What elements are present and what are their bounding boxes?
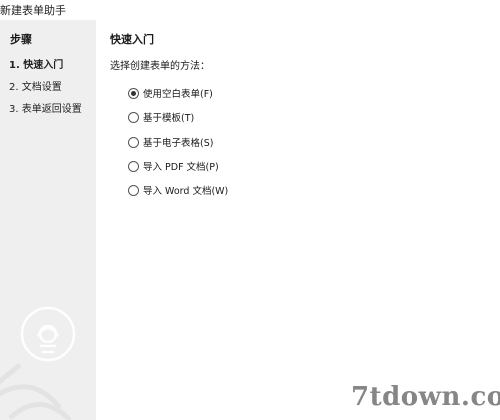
window-title: 新建表单助手: [0, 4, 66, 17]
option-spreadsheet[interactable]: 基于电子表格(S): [128, 135, 213, 149]
main-panel: 快速入门 选择创建表单的方法： 使用空白表单(F) 基于模板(T) 基于电子表格…: [96, 20, 500, 420]
page-title: 快速入门: [110, 33, 154, 46]
title-bar: 新建表单助手: [0, 0, 500, 20]
option-blank-form[interactable]: 使用空白表单(F): [128, 86, 213, 100]
step-document-settings[interactable]: 2. 文档设置: [9, 78, 62, 93]
steps-sidebar: 步骤 1. 快速入门 2. 文档设置 3. 表单返回设置: [0, 20, 96, 420]
option-import-word[interactable]: 导入 Word 文档(W): [128, 183, 228, 197]
method-prompt: 选择创建表单的方法：: [110, 61, 210, 72]
site-watermark: 7tdown.com: [351, 382, 500, 412]
radio-button[interactable]: [128, 136, 139, 148]
option-label: 基于模板(T): [143, 113, 195, 124]
decorative-background-graphic: [0, 306, 76, 420]
step-form-return-settings[interactable]: 3. 表单返回设置: [9, 100, 82, 115]
option-template[interactable]: 基于模板(T): [128, 110, 194, 124]
option-label: 基于电子表格(S): [143, 138, 214, 149]
radio-button[interactable]: [128, 87, 139, 99]
new-form-wizard-window: 新建表单助手 步骤 1. 快速入门 2. 文档设置 3. 表单返回设置 快速入门…: [0, 0, 500, 420]
option-label: 导入 PDF 文档(P): [143, 162, 219, 173]
step-quick-start[interactable]: 1. 快速入门: [9, 56, 63, 71]
radio-button[interactable]: [128, 160, 139, 172]
radio-button[interactable]: [128, 111, 139, 123]
radio-button[interactable]: [128, 184, 139, 196]
option-label: 使用空白表单(F): [143, 89, 213, 100]
option-import-pdf[interactable]: 导入 PDF 文档(P): [128, 159, 219, 173]
steps-heading: 步骤: [10, 33, 32, 46]
option-label: 导入 Word 文档(W): [143, 186, 229, 197]
